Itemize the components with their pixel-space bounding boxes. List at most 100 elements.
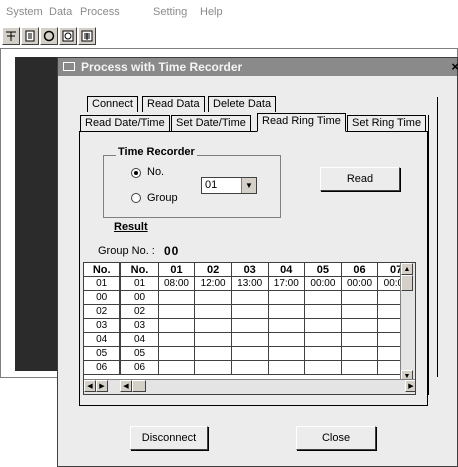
time-cell[interactable]	[341, 304, 379, 319]
tab-read-date-time[interactable]: Read Date/Time	[80, 115, 170, 131]
time-cell[interactable]	[158, 304, 196, 319]
result-label: Result	[114, 221, 148, 233]
tab-read-data[interactable]: Read Data	[142, 96, 205, 112]
time-cell[interactable]	[268, 360, 306, 375]
time-cell[interactable]	[231, 332, 269, 347]
time-cell[interactable]	[268, 318, 306, 333]
row-number-cell[interactable]: 00	[119, 290, 159, 305]
row-number-cell[interactable]: 05	[119, 346, 159, 361]
menu-data[interactable]: Data	[49, 6, 72, 18]
scroll-thumb[interactable]	[401, 275, 413, 291]
time-cell[interactable]	[341, 290, 379, 305]
time-cell[interactable]	[304, 318, 342, 333]
time-cell[interactable]	[268, 290, 306, 305]
time-cell[interactable]	[341, 332, 379, 347]
dialog-titlebar: Process with Time Recorder ×	[58, 58, 458, 76]
time-cell[interactable]	[158, 332, 196, 347]
ring-time-grid[interactable]: No. No. 01 02 03 04 05 06 07 01 01 08:00 12…	[83, 262, 416, 395]
row-number-cell[interactable]: 04	[119, 332, 159, 347]
time-cell[interactable]	[341, 346, 379, 361]
table-row: 04 04	[84, 332, 415, 347]
menu-system[interactable]: System	[6, 6, 43, 18]
vertical-scrollbar[interactable]: ▲ ▼	[400, 263, 415, 382]
time-cell[interactable]	[268, 332, 306, 347]
time-cell[interactable]	[304, 360, 342, 375]
row-left-number[interactable]: 03	[84, 318, 121, 333]
row-left-number[interactable]: 01	[84, 276, 121, 291]
disconnect-button[interactable]: Disconnect	[130, 426, 208, 450]
time-cell[interactable]	[231, 318, 269, 333]
time-cell[interactable]	[341, 360, 379, 375]
time-cell[interactable]	[304, 332, 342, 347]
scroll-left-icon[interactable]: ◀	[120, 380, 132, 392]
tab-read-ring-time[interactable]: Read Ring Time	[257, 113, 346, 132]
row-number-cell[interactable]: 06	[119, 360, 159, 375]
document-icon[interactable]	[21, 27, 39, 45]
row-left-number[interactable]: 04	[84, 332, 121, 347]
time-cell[interactable]: 00:00	[341, 276, 379, 291]
close-icon[interactable]: ×	[451, 59, 458, 74]
column-header: No.	[84, 263, 121, 277]
row-left-number[interactable]: 02	[84, 304, 121, 319]
row-number-cell[interactable]: 03	[119, 318, 159, 333]
table-row: 02 02	[84, 304, 415, 319]
row-left-number[interactable]: 05	[84, 346, 121, 361]
menu-setting[interactable]: Setting	[153, 6, 187, 18]
process-icon[interactable]	[2, 27, 20, 45]
row-number-cell[interactable]: 01	[119, 276, 159, 291]
tab-set-ring-time[interactable]: Set Ring Time	[347, 115, 427, 131]
time-cell[interactable]	[194, 346, 232, 361]
time-cell[interactable]	[231, 304, 269, 319]
time-cell[interactable]	[268, 304, 306, 319]
time-cell[interactable]	[304, 304, 342, 319]
menu-help[interactable]: Help	[200, 6, 223, 18]
recorder-select[interactable]: 01 ▼	[201, 177, 257, 194]
column-header: 03	[231, 263, 269, 277]
time-cell[interactable]: 00:00	[304, 276, 342, 291]
close-button[interactable]: Close	[296, 426, 376, 450]
time-cell[interactable]: 17:00	[268, 276, 306, 291]
table-row: 01 01 08:00 12:00 13:00 17:00 00:00 00:00 00:00	[84, 276, 415, 291]
time-cell[interactable]	[231, 360, 269, 375]
time-cell[interactable]	[194, 290, 232, 305]
read-button[interactable]: Read	[320, 167, 400, 191]
radio-no[interactable]	[131, 168, 141, 178]
scroll-right-icon[interactable]: ▶	[96, 380, 108, 392]
circle-icon[interactable]	[40, 27, 58, 45]
time-cell[interactable]	[158, 346, 196, 361]
time-cell[interactable]	[194, 360, 232, 375]
clock-icon[interactable]	[59, 27, 77, 45]
time-cell[interactable]	[158, 290, 196, 305]
radio-group[interactable]	[131, 193, 141, 203]
row-left-number[interactable]: 00	[84, 290, 121, 305]
menu-process[interactable]: Process	[80, 6, 120, 18]
column-header: No.	[119, 263, 159, 277]
time-cell[interactable]	[268, 346, 306, 361]
time-cell[interactable]	[158, 318, 196, 333]
tab-delete-data[interactable]: Delete Data	[208, 96, 277, 112]
chevron-down-icon[interactable]: ▼	[241, 178, 256, 193]
time-cell[interactable]: 13:00	[231, 276, 269, 291]
time-cell[interactable]: 12:00	[194, 276, 232, 291]
time-cell[interactable]	[158, 360, 196, 375]
time-cell[interactable]: 08:00	[158, 276, 196, 291]
time-cell[interactable]	[231, 346, 269, 361]
time-cell[interactable]	[194, 318, 232, 333]
row-left-number[interactable]: 06	[84, 360, 121, 375]
time-cell[interactable]	[194, 332, 232, 347]
time-cell[interactable]	[304, 346, 342, 361]
tab-set-date-time[interactable]: Set Date/Time	[171, 115, 251, 131]
table-row: 03 03	[84, 318, 415, 333]
time-cell[interactable]	[341, 318, 379, 333]
scroll-left-icon[interactable]: ◀	[84, 380, 96, 392]
tab-connect[interactable]: Connect	[87, 96, 138, 112]
time-cell[interactable]	[194, 304, 232, 319]
time-cell[interactable]	[231, 290, 269, 305]
calculator-icon[interactable]	[78, 27, 96, 45]
scroll-thumb[interactable]	[132, 380, 146, 392]
time-cell[interactable]	[304, 290, 342, 305]
row-number-cell[interactable]: 02	[119, 304, 159, 319]
scroll-up-icon[interactable]: ▲	[401, 263, 413, 275]
horizontal-scrollbar[interactable]: ◀ ▶ ◀ ▶	[84, 379, 415, 394]
scroll-right-icon[interactable]: ▶	[405, 380, 415, 392]
